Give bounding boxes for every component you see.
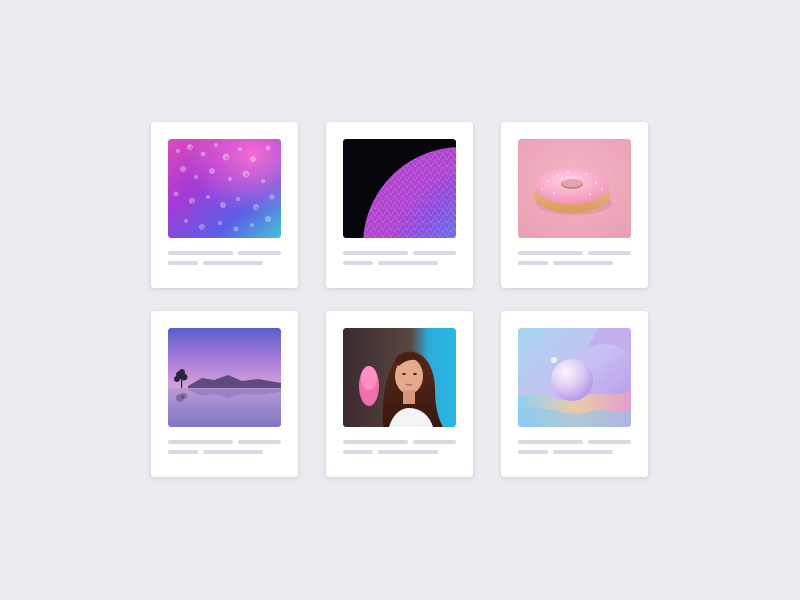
- caption-line: [203, 261, 263, 265]
- caption-line: [238, 440, 281, 444]
- image-card-pink-donut[interactable]: [501, 122, 648, 288]
- caption-line: [343, 440, 408, 444]
- geodesic-sphere-image: [343, 139, 456, 238]
- image-card-geodesic-sphere[interactable]: [326, 122, 473, 288]
- caption-line: [553, 261, 613, 265]
- card-caption-placeholder: [168, 440, 281, 455]
- caption-line: [343, 261, 373, 265]
- caption-line: [343, 251, 408, 255]
- water-drops-image: [168, 139, 281, 238]
- caption-line: [168, 261, 198, 265]
- caption-line: [518, 450, 548, 454]
- image-card-abstract-sphere[interactable]: [501, 311, 648, 477]
- caption-line: [413, 440, 456, 444]
- caption-line: [343, 450, 373, 454]
- card-caption-placeholder: [343, 440, 456, 455]
- woman-portrait-image: [343, 328, 456, 427]
- caption-line: [203, 450, 263, 454]
- caption-line: [553, 450, 613, 454]
- lake-landscape-image: [168, 328, 281, 427]
- card-caption-placeholder: [518, 251, 631, 266]
- image-card-lake-landscape[interactable]: [151, 311, 298, 477]
- abstract-sphere-image: [518, 328, 631, 427]
- image-card-woman-portrait[interactable]: [326, 311, 473, 477]
- caption-line: [238, 251, 281, 255]
- caption-line: [518, 440, 583, 444]
- card-caption-placeholder: [518, 440, 631, 455]
- card-caption-placeholder: [343, 251, 456, 266]
- card-caption-placeholder: [168, 251, 281, 266]
- caption-line: [168, 251, 233, 255]
- caption-line: [168, 440, 233, 444]
- caption-line: [518, 251, 583, 255]
- caption-line: [518, 261, 548, 265]
- pink-donut-image: [518, 139, 631, 238]
- caption-line: [378, 450, 438, 454]
- image-card-grid: [151, 122, 648, 477]
- caption-line: [378, 261, 438, 265]
- caption-line: [588, 251, 631, 255]
- caption-line: [168, 450, 198, 454]
- image-card-water-drops[interactable]: [151, 122, 298, 288]
- caption-line: [588, 440, 631, 444]
- caption-line: [413, 251, 456, 255]
